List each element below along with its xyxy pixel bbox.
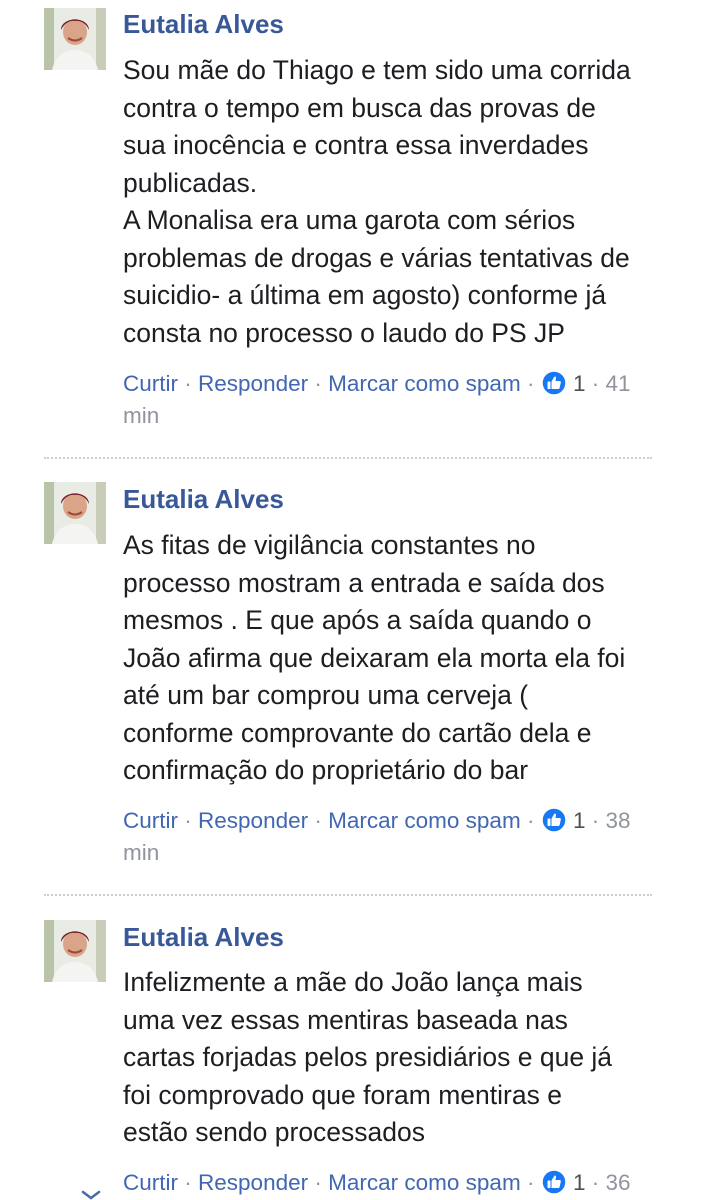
comment-text-line: consta no processo o laudo do PS JP: [123, 317, 565, 348]
comment-actions: Curtir · Responder · Marcar como spam · …: [123, 368, 668, 432]
reaction-count[interactable]: 1: [573, 808, 586, 833]
comment-text-line: até um bar comprou uma cerveja (: [123, 680, 529, 710]
like-link[interactable]: Curtir: [123, 1170, 178, 1195]
mark-spam-link[interactable]: Marcar como spam: [328, 371, 521, 396]
mark-spam-link[interactable]: Marcar como spam: [328, 808, 521, 833]
comment-divider: [44, 894, 652, 896]
thumbs-up-icon[interactable]: [540, 1169, 567, 1195]
avatar[interactable]: [44, 8, 106, 70]
separator: ·: [314, 1170, 322, 1195]
separator: ·: [184, 808, 192, 833]
avatar-photo-icon: [44, 482, 106, 544]
separator: ·: [591, 371, 600, 396]
comment-text-line: uma vez essas mentiras baseada nas: [123, 1004, 568, 1035]
comment-author[interactable]: Eutalia Alves: [123, 484, 284, 515]
chevron-down-icon[interactable]: [80, 1190, 102, 1200]
comment-text-line: conforme comprovante do cartão dela e: [123, 717, 592, 748]
comment-text-line: foi comprovado que foram mentiras e: [123, 1079, 562, 1110]
reply-link[interactable]: Responder: [198, 808, 308, 833]
comment-text-line: João afirma que deixaram ela morta ela f…: [123, 642, 626, 673]
comment-text-line: cartas forjadas pelos presidiários e que…: [123, 1042, 613, 1072]
comment-text-line: confirmação do proprietário do bar: [123, 755, 529, 785]
reply-link[interactable]: Responder: [198, 371, 308, 396]
reaction-count[interactable]: 1: [573, 1170, 586, 1195]
comment-text: Infelizmente a mãe do João lança mais um…: [123, 964, 612, 1152]
comment-text: As fitas de vigilância constantes no pro…: [123, 527, 625, 790]
separator: ·: [526, 808, 535, 833]
like-link[interactable]: Curtir: [123, 808, 178, 833]
comment-text-line: As fitas de vigilância constantes no: [123, 530, 536, 560]
comment-actions: Curtir · Responder · Marcar como spam · …: [123, 805, 668, 869]
avatar-photo-icon: [44, 920, 106, 982]
comment-feed: Eutalia Alves Sou mãe do Thiago e tem si…: [0, 0, 703, 1200]
comment-text-line: suicidio- a última em agosto) conforme j…: [123, 280, 607, 310]
timestamp-unit: min: [123, 403, 160, 428]
comment-actions: Curtir · Responder · Marcar como spam · …: [123, 1167, 668, 1199]
separator: ·: [526, 1170, 535, 1195]
comment-text-line: publicadas.: [123, 167, 258, 198]
separator: ·: [591, 1170, 600, 1195]
comment-author[interactable]: Eutalia Alves: [123, 922, 284, 953]
avatar[interactable]: [44, 920, 106, 982]
separator: ·: [591, 808, 600, 833]
timestamp-unit: min: [123, 840, 160, 865]
comment-text-line: problemas de drogas e várias tentativas …: [123, 242, 630, 273]
comment-text-line: sua inocência e contra essa inverdades: [123, 130, 589, 160]
separator: ·: [314, 371, 322, 396]
comment-text: Sou mãe do Thiago e tem sido uma corrida…: [123, 52, 631, 352]
separator: ·: [314, 808, 322, 833]
separator: ·: [184, 371, 192, 396]
thumbs-up-icon[interactable]: [540, 370, 567, 396]
comment-text-line: estão sendo processados: [123, 1117, 426, 1147]
separator: ·: [184, 1170, 192, 1195]
comment-divider: [44, 457, 652, 459]
thumbs-up-icon[interactable]: [540, 807, 567, 833]
timestamp: 41: [605, 371, 631, 396]
reply-link[interactable]: Responder: [198, 1170, 308, 1195]
reaction-count[interactable]: 1: [573, 371, 586, 396]
avatar[interactable]: [44, 482, 106, 544]
mark-spam-link[interactable]: Marcar como spam: [328, 1170, 521, 1195]
separator: ·: [526, 371, 535, 396]
comment-text-line: Infelizmente a mãe do João lança mais: [123, 967, 583, 997]
like-link[interactable]: Curtir: [123, 371, 178, 396]
comment-text-line: Sou mãe do Thiago e tem sido uma corrida: [123, 55, 631, 85]
avatar-photo-icon: [44, 8, 106, 70]
timestamp: 38: [605, 808, 631, 833]
timestamp: 36: [605, 1170, 631, 1195]
comment-text-line: A Monalisa era uma garota com sérios: [123, 205, 576, 235]
comment-text-line: contra o tempo em busca das provas de: [123, 92, 596, 123]
comment-text-line: processo mostram a entrada e saída dos: [123, 567, 605, 598]
comment-text-line: mesmos . E que após a saída quando o: [123, 605, 592, 635]
comment-author[interactable]: Eutalia Alves: [123, 9, 284, 40]
